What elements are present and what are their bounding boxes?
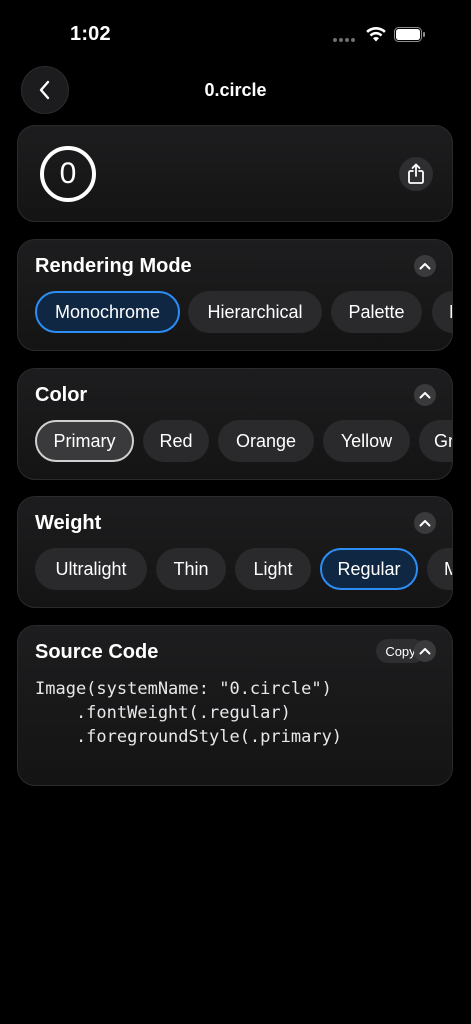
chip-ultralight[interactable]: Ultralight <box>35 548 147 590</box>
code-line: .fontWeight(.regular) <box>35 703 291 723</box>
chip-light[interactable]: Light <box>235 548 311 590</box>
chip-thin[interactable]: Thin <box>156 548 226 590</box>
chip-monochrome[interactable]: Monochrome <box>35 291 180 333</box>
share-icon <box>408 163 424 184</box>
collapse-weight-button[interactable] <box>414 512 436 534</box>
weight-card: Weight Ultralight Thin Light Regular M <box>17 496 453 608</box>
chevron-up-icon <box>419 520 431 527</box>
color-card: Color Primary Red Orange Yellow Gr <box>17 368 453 480</box>
chevron-up-icon <box>419 392 431 399</box>
symbol-glyph: 0 <box>59 157 77 190</box>
chevron-up-icon <box>419 648 431 655</box>
chip-regular[interactable]: Regular <box>320 548 418 590</box>
wifi-icon <box>366 26 386 42</box>
collapse-rendering-mode-button[interactable] <box>414 255 436 277</box>
chip-multicolor[interactable]: M <box>432 291 452 333</box>
section-title-weight: Weight <box>35 512 102 534</box>
chevron-up-icon <box>419 263 431 270</box>
chip-yellow[interactable]: Yellow <box>323 420 410 462</box>
status-time: 1:02 <box>70 23 111 45</box>
chip-orange[interactable]: Orange <box>218 420 314 462</box>
chip-palette[interactable]: Palette <box>331 291 422 333</box>
code-line: .foregroundStyle(.primary) <box>35 727 343 747</box>
chip-red[interactable]: Red <box>143 420 209 462</box>
source-code-block: Image(systemName: "0.circle") .fontWeigh… <box>35 677 342 749</box>
chip-medium[interactable]: M <box>427 548 452 590</box>
weight-options: Ultralight Thin Light Regular M <box>35 548 452 590</box>
battery-icon <box>394 27 425 42</box>
chip-primary[interactable]: Primary <box>35 420 134 462</box>
status-bar: 1:02 <box>0 0 471 60</box>
cellular-signal-icon <box>333 38 355 42</box>
code-line: Image(systemName: "0.circle") <box>35 679 332 699</box>
symbol-preview: 0 <box>40 146 96 202</box>
rendering-mode-options: Monochrome Hierarchical Palette M <box>35 291 452 333</box>
collapse-source-code-button[interactable] <box>414 640 436 662</box>
page-title: 0.circle <box>204 80 267 100</box>
color-options: Primary Red Orange Yellow Gr <box>35 420 452 462</box>
source-code-card: Source Code Copy Image(systemName: "0.ci… <box>17 625 453 786</box>
share-button[interactable] <box>399 157 433 191</box>
chip-green[interactable]: Gr <box>419 420 452 462</box>
section-title-rendering-mode: Rendering Mode <box>35 255 192 277</box>
symbol-preview-card: 0 <box>17 125 453 222</box>
section-title-source-code: Source Code <box>35 641 159 663</box>
section-title-color: Color <box>35 384 88 406</box>
rendering-mode-card: Rendering Mode Monochrome Hierarchical P… <box>17 239 453 351</box>
chip-hierarchical[interactable]: Hierarchical <box>188 291 322 333</box>
collapse-color-button[interactable] <box>414 384 436 406</box>
